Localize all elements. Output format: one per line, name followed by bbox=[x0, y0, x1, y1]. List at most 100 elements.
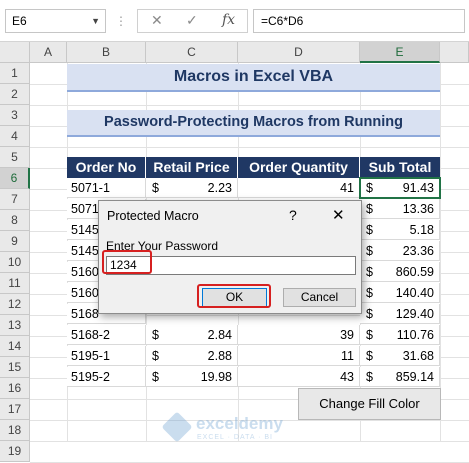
cell-subtotal[interactable]: $110.76 bbox=[360, 325, 440, 345]
cell-order[interactable]: 5195-2 bbox=[67, 367, 146, 387]
cell-quantity[interactable]: 41 bbox=[238, 178, 360, 198]
column-header-d[interactable]: D bbox=[238, 42, 360, 63]
help-icon[interactable]: ? bbox=[289, 207, 297, 223]
subtotal-value: 91.43 bbox=[402, 181, 434, 195]
column-header-f[interactable] bbox=[440, 42, 469, 63]
sheet-subtitle: Password-Protecting Macros from Running bbox=[67, 110, 440, 137]
currency-symbol: $ bbox=[152, 349, 159, 363]
cell-subtotal[interactable]: $860.59 bbox=[360, 262, 440, 282]
watermark-tagline: EXCEL · DATA · BI bbox=[197, 434, 273, 441]
cell-subtotal-active[interactable]: $91.43 bbox=[359, 177, 441, 199]
currency-symbol: $ bbox=[366, 181, 373, 195]
formula-input[interactable]: =C6*D6 bbox=[253, 9, 465, 33]
row-header[interactable]: 8 bbox=[0, 210, 30, 231]
cancel-icon[interactable]: ✕ bbox=[151, 12, 163, 29]
row-header[interactable]: 3 bbox=[0, 105, 30, 126]
currency-symbol: $ bbox=[366, 370, 373, 384]
row-header[interactable]: 4 bbox=[0, 126, 30, 147]
cell-price[interactable]: $2.84 bbox=[146, 325, 238, 345]
formula-buttons: ✕ ✓ fx bbox=[137, 9, 248, 33]
currency-symbol: $ bbox=[366, 265, 373, 279]
drag-handle-icon[interactable]: ⋮ bbox=[115, 14, 127, 28]
column-header-a[interactable]: A bbox=[30, 42, 67, 63]
insert-function-icon[interactable]: fx bbox=[222, 12, 235, 28]
row-header[interactable]: 14 bbox=[0, 336, 30, 357]
cell-price[interactable]: $2.88 bbox=[146, 346, 238, 366]
column-header-e[interactable]: E bbox=[360, 42, 440, 63]
subtotal-value: 860.59 bbox=[395, 265, 434, 279]
row-header[interactable]: 2 bbox=[0, 84, 30, 105]
cell-quantity[interactable]: 11 bbox=[238, 346, 360, 366]
currency-symbol: $ bbox=[366, 349, 373, 363]
currency-symbol: $ bbox=[366, 328, 373, 342]
row-header[interactable]: 10 bbox=[0, 252, 30, 273]
cancel-button[interactable]: Cancel bbox=[283, 288, 356, 307]
header-order-quantity: Order Quantity bbox=[238, 157, 360, 178]
dialog-title: Protected Macro bbox=[107, 209, 199, 223]
cell-order[interactable]: 5168-2 bbox=[67, 325, 146, 345]
password-highlight bbox=[102, 250, 152, 274]
change-fill-color-button[interactable]: Change Fill Color bbox=[298, 388, 441, 420]
cell-quantity[interactable]: 43 bbox=[238, 367, 360, 387]
check-icon[interactable]: ✓ bbox=[186, 12, 198, 29]
subtotal-value: 859.14 bbox=[395, 370, 434, 384]
currency-symbol: $ bbox=[366, 286, 373, 300]
row-header[interactable]: 19 bbox=[0, 441, 30, 462]
close-icon[interactable]: ✕ bbox=[332, 206, 345, 224]
cell-subtotal[interactable]: $5.18 bbox=[360, 220, 440, 240]
exceldemy-watermark: exceldemy EXCEL · DATA · BI bbox=[161, 411, 316, 444]
header-retail-price: Retail Price bbox=[146, 157, 238, 178]
watermark-brand: exceldemy bbox=[196, 414, 283, 433]
price-value: 2.84 bbox=[207, 328, 232, 342]
row-header[interactable]: 7 bbox=[0, 189, 30, 210]
exceldemy-logo-icon bbox=[161, 411, 193, 443]
currency-symbol: $ bbox=[366, 223, 373, 237]
subtotal-value: 140.40 bbox=[395, 286, 434, 300]
currency-symbol: $ bbox=[152, 370, 159, 384]
chevron-down-icon[interactable]: ▼ bbox=[91, 10, 100, 32]
price-value: 19.98 bbox=[200, 370, 232, 384]
row-header[interactable]: 5 bbox=[0, 147, 30, 168]
column-header-c[interactable]: C bbox=[146, 42, 238, 63]
ok-highlight bbox=[197, 284, 271, 308]
subtotal-value: 13.36 bbox=[402, 202, 434, 216]
row-header[interactable]: 15 bbox=[0, 357, 30, 378]
cell-subtotal[interactable]: $31.68 bbox=[360, 346, 440, 366]
row-header[interactable]: 11 bbox=[0, 273, 30, 294]
cell-order[interactable]: 5071-1 bbox=[67, 178, 146, 198]
cell-subtotal[interactable]: $23.36 bbox=[360, 241, 440, 261]
row-header[interactable]: 16 bbox=[0, 378, 30, 399]
cell-price[interactable]: $19.98 bbox=[146, 367, 238, 387]
cell-subtotal[interactable]: $13.36 bbox=[360, 199, 440, 219]
name-box[interactable]: E6 ▼ bbox=[5, 9, 106, 33]
subtotal-value: 31.68 bbox=[402, 349, 434, 363]
currency-symbol: $ bbox=[366, 202, 373, 216]
price-value: 2.23 bbox=[207, 181, 232, 195]
currency-symbol: $ bbox=[152, 328, 159, 342]
select-all-corner[interactable] bbox=[0, 42, 30, 63]
cell-subtotal[interactable]: $140.40 bbox=[360, 283, 440, 303]
header-order-no: Order No bbox=[67, 157, 146, 178]
subtotal-value: 23.36 bbox=[402, 244, 434, 258]
cell-subtotal[interactable]: $859.14 bbox=[360, 367, 440, 387]
row-header[interactable]: 9 bbox=[0, 231, 30, 252]
header-sub-total: Sub Total bbox=[360, 157, 440, 178]
row-header[interactable]: 13 bbox=[0, 315, 30, 336]
row-header[interactable]: 17 bbox=[0, 399, 30, 420]
row-header[interactable]: 18 bbox=[0, 420, 30, 441]
cell-subtotal[interactable]: $129.40 bbox=[360, 304, 440, 324]
subtotal-value: 129.40 bbox=[395, 307, 434, 321]
cell-order[interactable]: 5195-1 bbox=[67, 346, 146, 366]
column-header-b[interactable]: B bbox=[67, 42, 146, 63]
subtotal-value: 5.18 bbox=[409, 223, 434, 237]
subtotal-value: 110.76 bbox=[396, 328, 434, 342]
row-header[interactable]: 6 bbox=[0, 168, 30, 189]
name-box-value: E6 bbox=[12, 14, 27, 28]
cell-price[interactable]: $2.23 bbox=[146, 178, 238, 198]
currency-symbol: $ bbox=[152, 181, 159, 195]
sheet-title: Macros in Excel VBA bbox=[67, 64, 440, 92]
currency-symbol: $ bbox=[366, 307, 373, 321]
cell-quantity[interactable]: 39 bbox=[238, 325, 360, 345]
row-header[interactable]: 12 bbox=[0, 294, 30, 315]
row-header[interactable]: 1 bbox=[0, 63, 30, 84]
